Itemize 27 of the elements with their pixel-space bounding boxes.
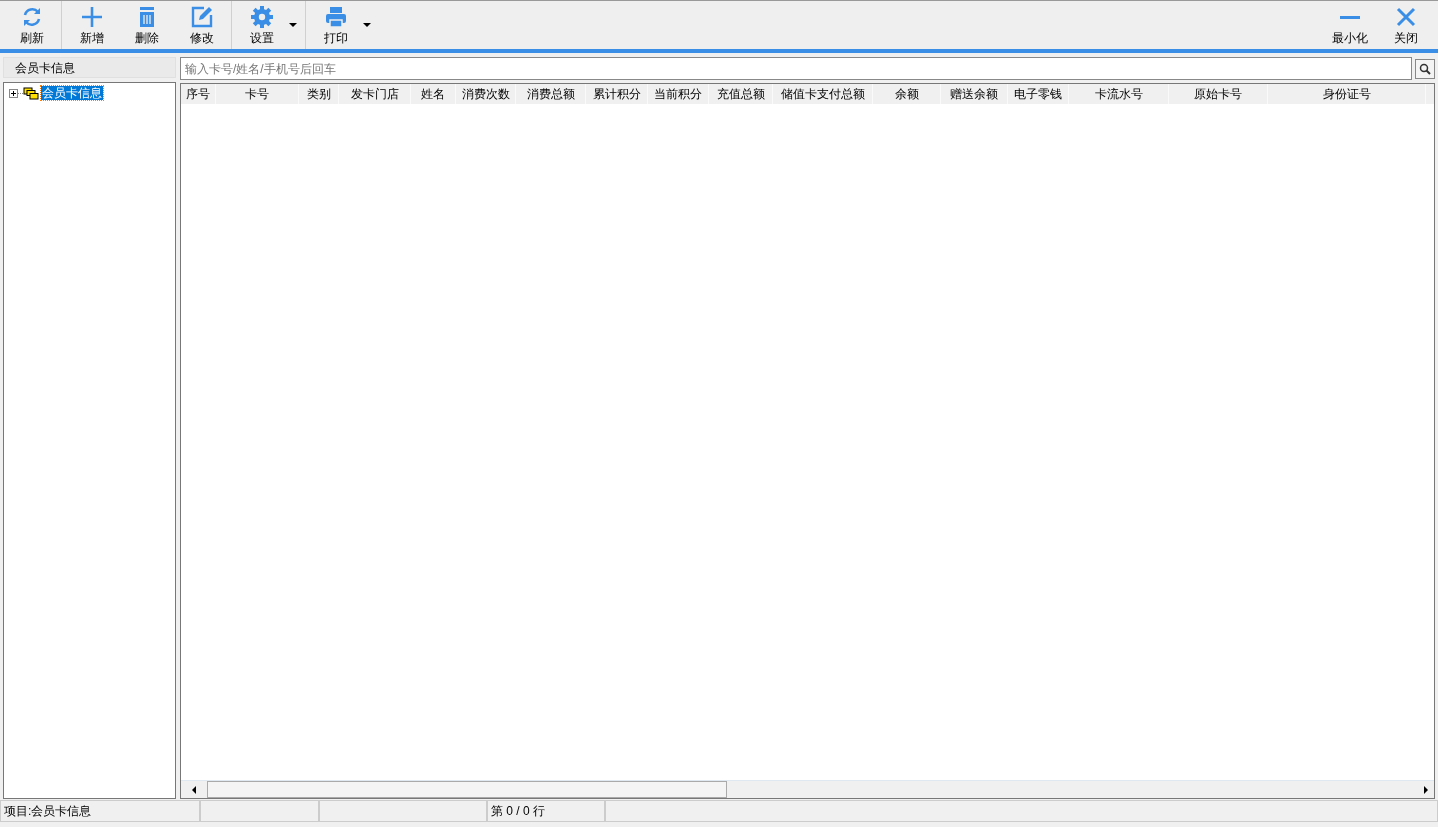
gear-icon [249,5,274,29]
printer-icon [323,5,348,29]
horizontal-scrollbar[interactable] [181,780,1434,798]
panel-header: 会员卡信息 [3,57,176,78]
search-field[interactable]: 输入卡号/姓名/手机号后回车 [180,57,1412,80]
toolbar-button[interactable]: 新增 [64,1,119,49]
minimize-icon [1340,15,1360,19]
tree-item[interactable]: 会员卡信息 [41,86,103,100]
status-bar-section: 项目:会员卡信息 [0,800,200,822]
scrollbar-thumb[interactable] [207,781,727,798]
toolbar-button[interactable]: 刷新 [4,1,59,49]
search-button[interactable] [1415,58,1435,79]
toolbar-button[interactable]: 修改 [174,1,229,49]
search-icon [1419,62,1431,75]
toolbar-button[interactable]: 设置 [234,1,289,49]
dropdown-caret-icon[interactable] [289,23,297,27]
expand-box-icon[interactable] [9,88,18,98]
dropdown-caret-icon[interactable] [363,23,371,27]
minimize-button[interactable]: 最小化 [1322,1,1378,49]
close-icon [1394,5,1418,29]
plus-icon [79,5,104,29]
folder-stack-icon [23,86,39,100]
status-bar-section: 第 0 / 0 行 [487,800,605,822]
toolbar-button[interactable]: 删除 [119,1,174,49]
toolbar-button[interactable]: 打印 [308,1,363,49]
close-button[interactable]: 关闭 [1378,1,1434,49]
edit-icon [189,5,214,29]
